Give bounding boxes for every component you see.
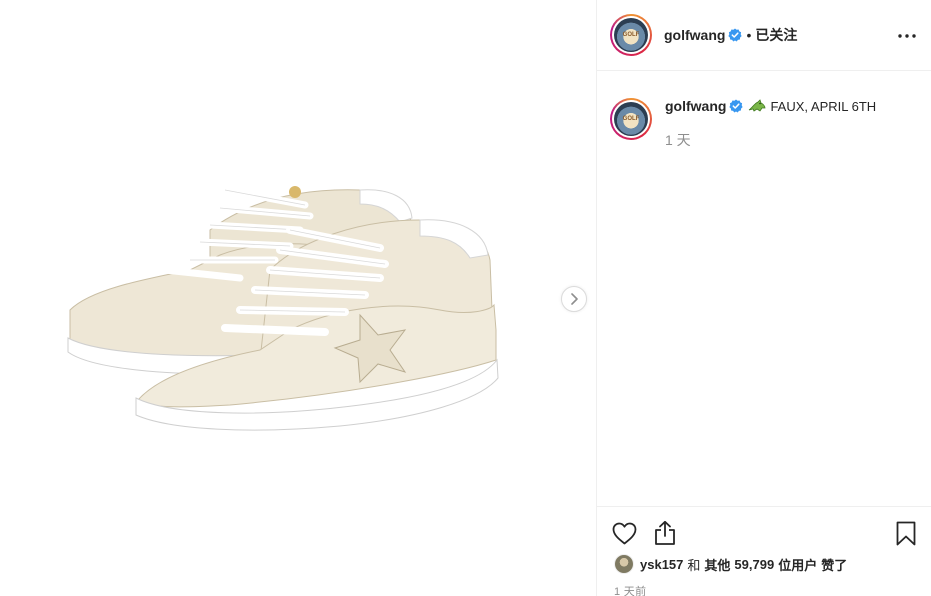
avatar-image: GOLF: [614, 18, 648, 52]
likes-summary: ysk157 和 其他 59,799 位用户 赞了: [614, 554, 851, 574]
likes-count[interactable]: 59,799: [734, 557, 774, 572]
more-horizontal-icon: [898, 34, 916, 38]
verified-badge-icon: [729, 99, 744, 113]
caption-line: golfwang FAUX, APRIL 6TH: [665, 98, 876, 114]
verified-badge-icon: [728, 28, 743, 42]
alligator-emoji-icon: [749, 99, 766, 112]
caption-body: golfwang FAUX, APRIL 6TH 1 天: [665, 98, 876, 150]
share-icon: [655, 520, 675, 545]
likes-liked-label: 赞了: [821, 557, 848, 573]
more-options-button[interactable]: [897, 26, 917, 46]
heart-icon: [612, 522, 636, 544]
avatar-image: GOLF: [614, 102, 648, 136]
likes-connector: 和: [687, 557, 701, 573]
caption-text: FAUX, APRIL 6TH: [770, 98, 877, 114]
caption-author-avatar[interactable]: GOLF: [610, 98, 652, 140]
caption-timestamp[interactable]: 1 天: [665, 130, 876, 150]
like-button[interactable]: [611, 520, 637, 546]
share-button[interactable]: [652, 520, 678, 546]
next-image-button[interactable]: [561, 286, 587, 312]
liker-avatar[interactable]: [614, 554, 634, 574]
caption-username-link[interactable]: golfwang: [665, 98, 726, 114]
likes-users-label[interactable]: 位用户: [778, 555, 817, 574]
chevron-right-icon: [571, 293, 578, 305]
author-avatar[interactable]: GOLF: [610, 14, 652, 56]
caption-comment: GOLF golfwang FAUX, APRIL 6TH 1 天: [610, 98, 920, 150]
author-username-link[interactable]: golfwang: [664, 27, 725, 43]
post-header: GOLF golfwang • 已关注: [597, 0, 931, 71]
sneaker-photo: [67, 186, 499, 431]
save-button[interactable]: [893, 520, 919, 546]
post-dialog: GOLF golfwang • 已关注 GOLF golfwang FAUX, …: [0, 0, 931, 596]
following-button[interactable]: 已关注: [755, 25, 797, 45]
post-media[interactable]: [0, 0, 597, 596]
bookmark-icon: [896, 521, 916, 545]
header-user-info: golfwang • 已关注: [664, 25, 797, 45]
post-actions: ysk157 和 其他 59,799 位用户 赞了 1 天前: [597, 506, 931, 596]
liker-username-link[interactable]: ysk157: [640, 557, 683, 572]
separator-dot: •: [746, 27, 752, 43]
likes-others-label[interactable]: 其他: [704, 555, 730, 574]
post-timestamp[interactable]: 1 天前: [614, 583, 646, 596]
post-sidebar: GOLF golfwang • 已关注 GOLF golfwang FAUX, …: [597, 0, 931, 596]
